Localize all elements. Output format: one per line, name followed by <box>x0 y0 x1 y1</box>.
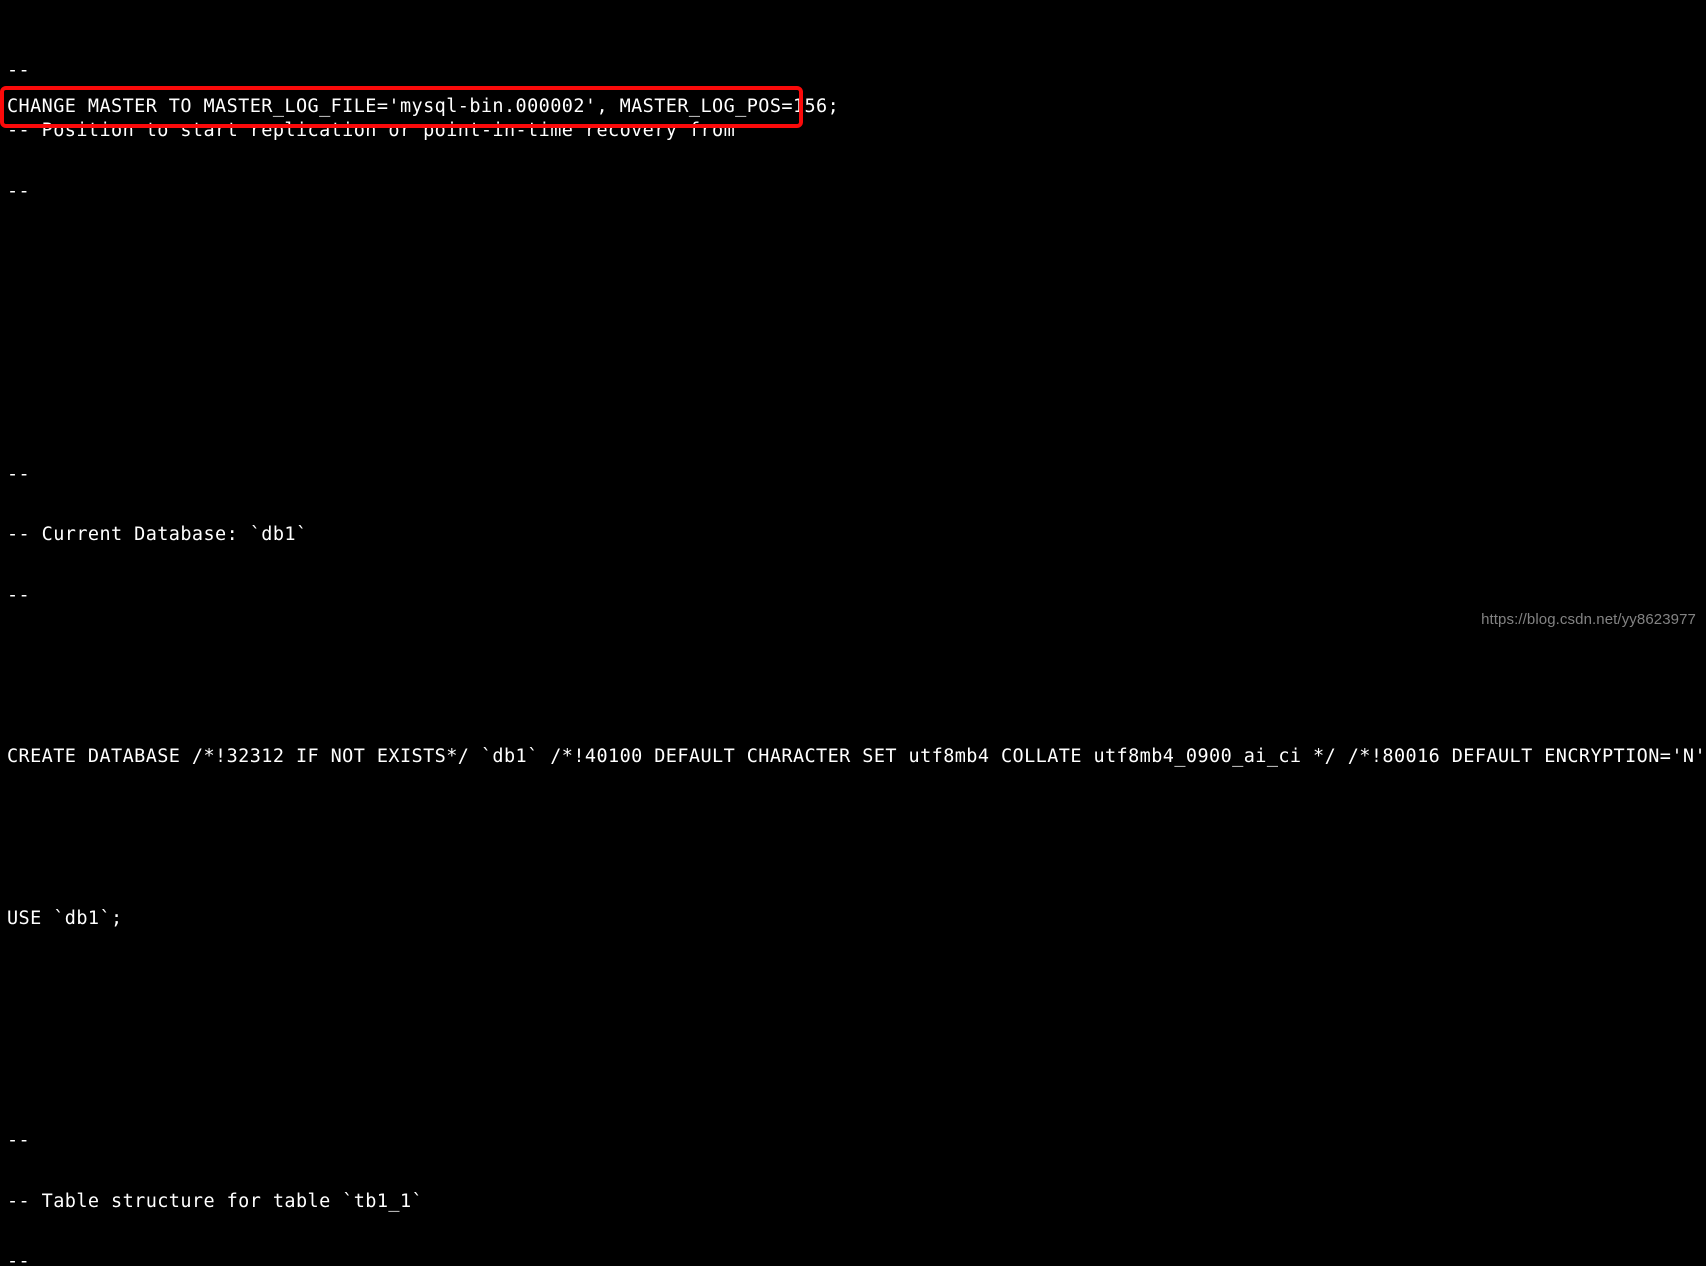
comment-line: -- <box>7 59 31 81</box>
comment-line: -- <box>7 1130 31 1152</box>
comment-line: -- <box>7 180 31 202</box>
watermark-url: https://blog.csdn.net/yy8623977 <box>1481 611 1696 628</box>
comment-line: -- <box>7 1251 31 1266</box>
change-master-statement: CHANGE MASTER TO MASTER_LOG_FILE='mysql-… <box>7 96 840 117</box>
create-database-statement: CREATE DATABASE /*!32312 IF NOT EXISTS*/… <box>7 746 1706 768</box>
use-database-statement: USE `db1`; <box>7 907 123 929</box>
comment-line: -- <box>7 584 31 606</box>
comment-line: -- <box>7 463 31 485</box>
sql-dump-output: -- -- Position to start replication or p… <box>0 0 1706 1266</box>
comment-line-table-structure: -- Table structure for table `tb1_1` <box>7 1190 424 1212</box>
terminal-window: -- -- Position to start replication or p… <box>0 0 1706 1266</box>
comment-line-position-note: -- Position to start replication or poin… <box>7 120 736 142</box>
comment-line-current-database: -- Current Database: `db1` <box>7 524 308 546</box>
